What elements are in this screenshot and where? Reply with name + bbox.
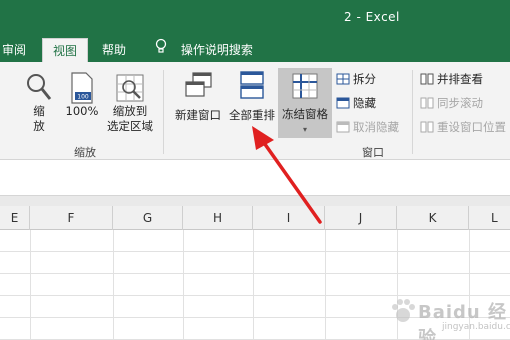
watermark-url: jingyan.baidu.com — [442, 322, 510, 332]
annotation-arrow — [252, 126, 322, 224]
baidu-watermark: Baidu 经验 jingyan.baidu.com — [380, 292, 510, 340]
paw-logo-icon — [392, 299, 415, 322]
watermark-text: Baidu 经验 — [418, 302, 508, 340]
